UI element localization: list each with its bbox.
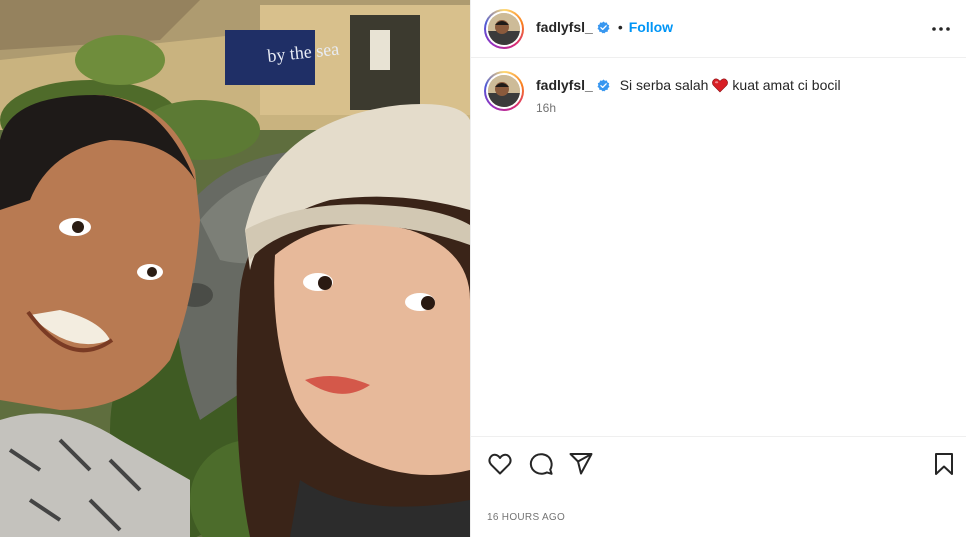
caption-text-end: kuat amat ci bocil: [732, 77, 841, 93]
paper-plane-icon[interactable]: [568, 451, 594, 477]
post-timestamp[interactable]: 16 HOURS AGO: [487, 512, 565, 523]
red-heart-emoji-icon: [712, 78, 729, 93]
bookmark-icon[interactable]: [931, 451, 957, 477]
caption-age[interactable]: 16h: [536, 101, 556, 115]
avatar-image: [488, 75, 520, 107]
caption-username[interactable]: fadlyfsl_: [536, 77, 593, 93]
author-username[interactable]: fadlyfsl_: [536, 19, 593, 35]
author-avatar[interactable]: [484, 9, 524, 49]
action-bar: 16 HOURS AGO: [471, 436, 966, 536]
post-side-panel: fadlyfsl_ • Follow fadlyfsl_ Si serba sa…: [470, 0, 966, 537]
follow-button[interactable]: Follow: [629, 19, 673, 35]
post-caption: fadlyfsl_ Si serba salah kuat amat ci bo…: [536, 76, 946, 94]
selfie-photo-illustration: by the sea: [0, 0, 470, 537]
comment-bubble-icon[interactable]: [528, 451, 554, 477]
verified-badge-icon: [597, 20, 610, 33]
caption-text-start: Si serba salah: [619, 77, 709, 93]
header-line: fadlyfsl_ • Follow: [536, 19, 673, 35]
post-photo[interactable]: by the sea: [0, 0, 470, 537]
caption-author-avatar[interactable]: [484, 71, 524, 111]
heart-outline-icon[interactable]: [487, 451, 513, 477]
separator-dot: •: [617, 19, 623, 35]
more-options-icon[interactable]: [929, 19, 953, 39]
verified-badge-icon: [597, 79, 610, 92]
post-header: fadlyfsl_ • Follow: [471, 0, 966, 58]
avatar-image: [488, 13, 520, 45]
